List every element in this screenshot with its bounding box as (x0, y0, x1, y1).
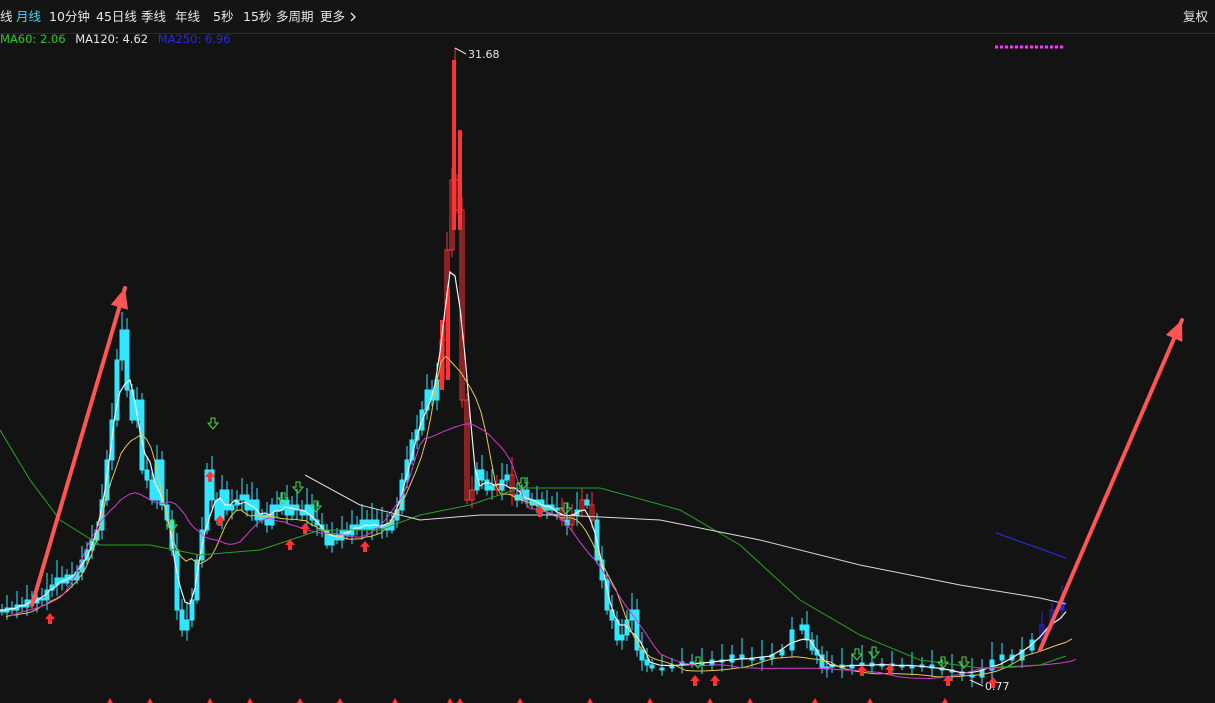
candle-body (619, 634, 625, 641)
candle-body (119, 329, 125, 361)
bottom-tick-marker (447, 698, 453, 703)
candle-body (999, 654, 1005, 661)
candle-body (739, 654, 745, 659)
candle-body (804, 624, 810, 641)
tab-more[interactable]: 更多 (320, 9, 357, 25)
bottom-tick-marker (147, 698, 153, 703)
ma-line-magenta (9, 423, 1077, 679)
bottom-tick-marker (707, 698, 713, 703)
tab-10min[interactable]: 10分钟 (49, 9, 90, 25)
tab-year[interactable]: 年线 (175, 9, 200, 25)
bottom-tick-marker (297, 698, 303, 703)
bottom-tick-marker (587, 698, 593, 703)
buy-arrow-icon (300, 523, 310, 534)
bottom-tick-marker (337, 698, 343, 703)
sell-arrow-icon (936, 656, 950, 669)
bottom-tick-marker (107, 698, 113, 703)
tab-partial[interactable]: 线 (0, 9, 13, 25)
candle-body (179, 609, 185, 631)
sell-arrow-icon (850, 648, 864, 661)
bottom-tick-marker (207, 698, 213, 703)
candle-body (649, 664, 655, 669)
candle-body (659, 667, 665, 671)
tab-45day[interactable]: 45日线 (96, 9, 137, 25)
tab-monthly[interactable]: 月线 (16, 9, 41, 25)
candle-body (479, 469, 485, 481)
candle-body (229, 504, 235, 511)
candle-body (484, 479, 490, 491)
candle-body (759, 657, 765, 661)
candle-body (149, 479, 155, 501)
candle-high-body (458, 130, 462, 230)
high-label: 31.68 (468, 48, 500, 61)
bottom-tick-marker (517, 698, 523, 703)
candle-body (584, 499, 590, 506)
candle-body (644, 659, 650, 666)
candle-body (224, 489, 230, 511)
candle-body (859, 662, 865, 666)
bottom-tick-marker (647, 698, 653, 703)
candle-body (219, 489, 225, 521)
sell-arrow-icon (867, 646, 881, 659)
candle-body (184, 619, 190, 631)
buy-arrow-icon (690, 675, 700, 686)
bottom-tick-marker (867, 698, 873, 703)
tab-more-label: 更多 (320, 9, 346, 24)
candle-body (799, 624, 805, 631)
candle-high-body (446, 290, 450, 380)
tab-15sec[interactable]: 15秒 (243, 9, 271, 25)
sell-arrow-icon (291, 481, 305, 494)
tab-quarter[interactable]: 季线 (141, 9, 166, 25)
tab-5sec[interactable]: 5秒 (213, 9, 233, 25)
low-label: 0.77 (985, 680, 1010, 693)
candle-body (729, 654, 735, 663)
tab-multi-period[interactable]: 多周期 (276, 9, 314, 25)
trend-arrow-right (1038, 318, 1184, 652)
candle-body (289, 504, 295, 516)
bottom-tick-marker (942, 698, 948, 703)
candle-body (154, 459, 160, 501)
candle-body (359, 519, 365, 531)
bottom-tick-marker (457, 698, 463, 703)
trend-arrow-left-head (110, 288, 129, 310)
bottom-tick-marker (747, 698, 753, 703)
candle-body (554, 507, 560, 511)
candle-body (144, 469, 150, 481)
restore-button[interactable]: 复权 (1183, 9, 1208, 25)
high-pointer (454, 47, 467, 55)
kline-chart[interactable]: 31.68 0.77 (0, 33, 1215, 703)
chevron-right-icon (350, 12, 356, 22)
bottom-tick-marker (392, 698, 398, 703)
ma120-line (304, 474, 1067, 605)
candle-body (274, 504, 280, 511)
buy-arrow-icon (857, 665, 867, 676)
period-toolbar: 线 月线 10分钟 45日线 季线 年线 5秒 15秒 多周期 更多 复权 (0, 0, 1215, 34)
buy-arrow-icon (710, 675, 720, 686)
candle-body (504, 474, 510, 481)
buy-arrow-icon (360, 541, 370, 552)
bottom-tick-marker (247, 698, 253, 703)
ma250-line (995, 532, 1067, 559)
candle-high-body (452, 60, 456, 230)
sell-arrow-icon (206, 417, 220, 430)
candle-body (329, 534, 335, 546)
candle-body (909, 665, 915, 669)
bottom-tick-marker (812, 698, 818, 703)
candle-body (239, 494, 245, 501)
candle-body (789, 629, 795, 651)
candle-body (489, 484, 495, 491)
buy-arrow-icon (45, 613, 55, 624)
